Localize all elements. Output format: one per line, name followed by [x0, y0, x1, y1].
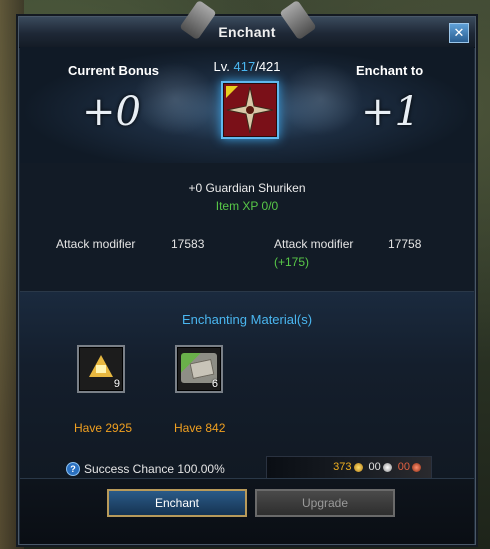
- current-bonus-value: +0: [82, 89, 141, 135]
- next-stat-value: 17758: [388, 237, 422, 251]
- crystal-core: [96, 365, 106, 373]
- window-title: Enchant: [218, 24, 276, 40]
- next-stat-label: Attack modifier: [274, 237, 354, 251]
- current-stat-value: 17583: [171, 237, 205, 251]
- item-slot[interactable]: [221, 81, 279, 139]
- materials-title: Enchanting Material(s): [181, 312, 313, 327]
- item-info-panel: +0 Guardian Shuriken Item XP 0/0 Attack …: [20, 163, 474, 292]
- materials-panel: Enchanting Material(s) 9 Have 2925 6 Hav…: [20, 292, 474, 480]
- upgrade-button[interactable]: Upgrade: [255, 489, 395, 517]
- help-icon[interactable]: ?: [66, 462, 80, 476]
- material-count: 6: [211, 378, 218, 390]
- gold-amount: 373: [333, 461, 352, 473]
- enchant-to-value: +1: [361, 89, 420, 135]
- silver-amount: 00: [368, 461, 381, 473]
- title-bar[interactable]: Enchant ✕: [19, 0, 475, 48]
- material-count: 9: [113, 378, 120, 390]
- current-stat-label: Attack modifier: [56, 237, 136, 251]
- success-chance: Success Chance 100.00%: [84, 462, 225, 476]
- button-bar: Enchant Upgrade: [20, 478, 474, 544]
- material-slot-1[interactable]: 9: [77, 345, 125, 393]
- enchant-to-label: Enchant to: [356, 63, 424, 78]
- item-name: +0 Guardian Shuriken: [188, 181, 306, 195]
- material-slab: [189, 358, 215, 380]
- currency-row: 373 00 00: [333, 461, 425, 473]
- item-xp: Item XP 0/0: [215, 199, 279, 213]
- copper-coin-icon: [412, 462, 421, 472]
- copper-amount: 00: [397, 461, 410, 473]
- enchant-window: Enchant ✕ Current Bonus +0 Lv. 417/421 E…: [18, 0, 476, 545]
- material-slot-2[interactable]: 6: [175, 345, 223, 393]
- material-have: Have 842: [174, 421, 226, 435]
- silver-coin-icon: [382, 462, 392, 472]
- enchant-button[interactable]: Enchant: [107, 489, 247, 517]
- level-max: /421: [255, 59, 281, 74]
- stat-delta: (+175): [274, 255, 310, 269]
- close-icon: ✕: [453, 25, 465, 40]
- material-have: Have 2925: [74, 421, 133, 435]
- gold-coin-icon: [353, 462, 363, 472]
- close-button[interactable]: ✕: [449, 23, 469, 43]
- currency-display: 373 00 00: [266, 456, 432, 480]
- level-prefix: Lv.: [213, 59, 230, 74]
- enchant-header: Current Bonus +0 Lv. 417/421 Enchant to …: [20, 47, 474, 164]
- level-current: 417: [233, 59, 256, 74]
- item-grade-icon: [226, 86, 238, 98]
